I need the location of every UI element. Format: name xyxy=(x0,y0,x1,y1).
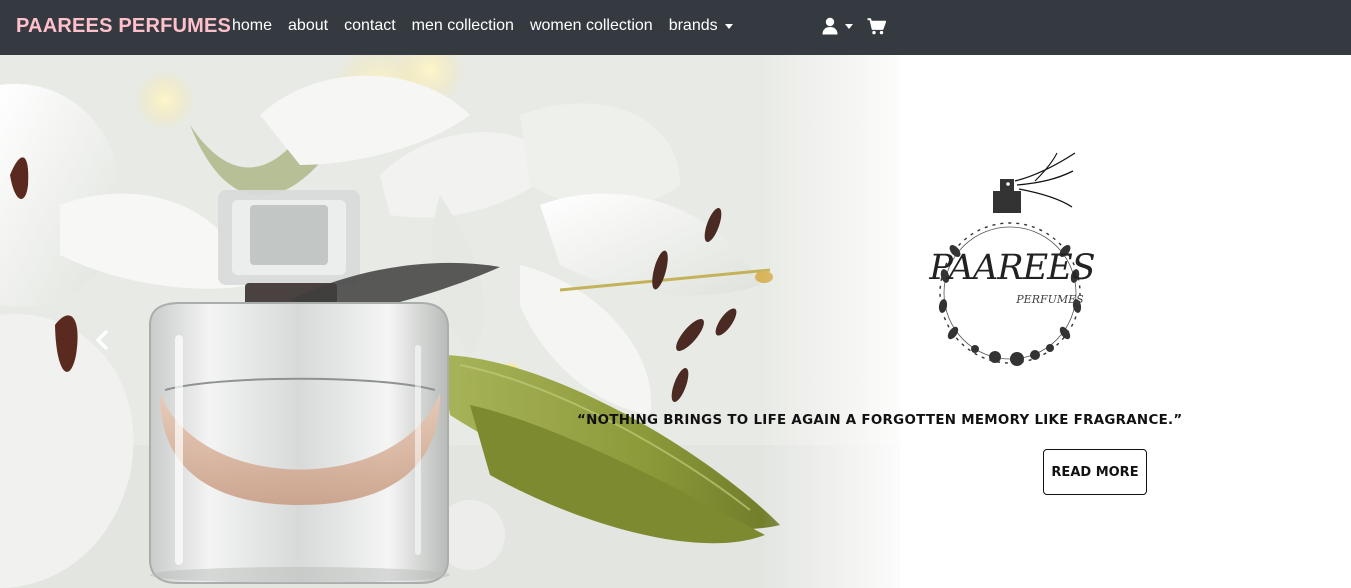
caret-down-icon xyxy=(724,23,733,29)
nav-link-home[interactable]: home xyxy=(232,17,272,35)
nav-dropdown-brands[interactable]: brands xyxy=(669,17,733,35)
hero-carousel: PAAREES PERFUMES “NOTHING BRINGS TO LIFE… xyxy=(0,55,1351,588)
read-more-button[interactable]: READ MORE xyxy=(1043,449,1147,495)
user-menu-toggle[interactable] xyxy=(822,17,853,35)
chevron-left-icon xyxy=(96,330,108,350)
brand-link[interactable]: PAAREES PERFUMES xyxy=(16,15,231,38)
logo-emblem: PAAREES PERFUMES xyxy=(928,152,1096,366)
nav-icons xyxy=(822,17,886,35)
nav-link-contact[interactable]: contact xyxy=(344,17,396,35)
cart-button[interactable] xyxy=(867,17,886,35)
nav-link-men-collection[interactable]: men collection xyxy=(412,17,514,35)
carousel-prev-button[interactable] xyxy=(90,325,114,355)
logo-wordmark: PAAREES xyxy=(928,248,1094,288)
logo-tagline: PERFUMES xyxy=(1015,293,1084,306)
nav-links: home about contact men collection women … xyxy=(232,17,749,35)
brands-label: brands xyxy=(668,17,718,34)
hero-background-image xyxy=(0,55,1351,588)
nav-link-women-collection[interactable]: women collection xyxy=(530,17,653,35)
cart-icon xyxy=(867,17,886,34)
hero-quote: “NOTHING BRINGS TO LIFE AGAIN A FORGOTTE… xyxy=(577,413,1183,428)
caret-down-icon xyxy=(845,23,853,29)
nav-link-about[interactable]: about xyxy=(288,17,328,35)
paarees-logo: PAAREES PERFUMES xyxy=(925,151,1100,373)
top-navbar: PAAREES PERFUMES home about contact men … xyxy=(0,0,1351,55)
user-icon xyxy=(822,17,838,35)
